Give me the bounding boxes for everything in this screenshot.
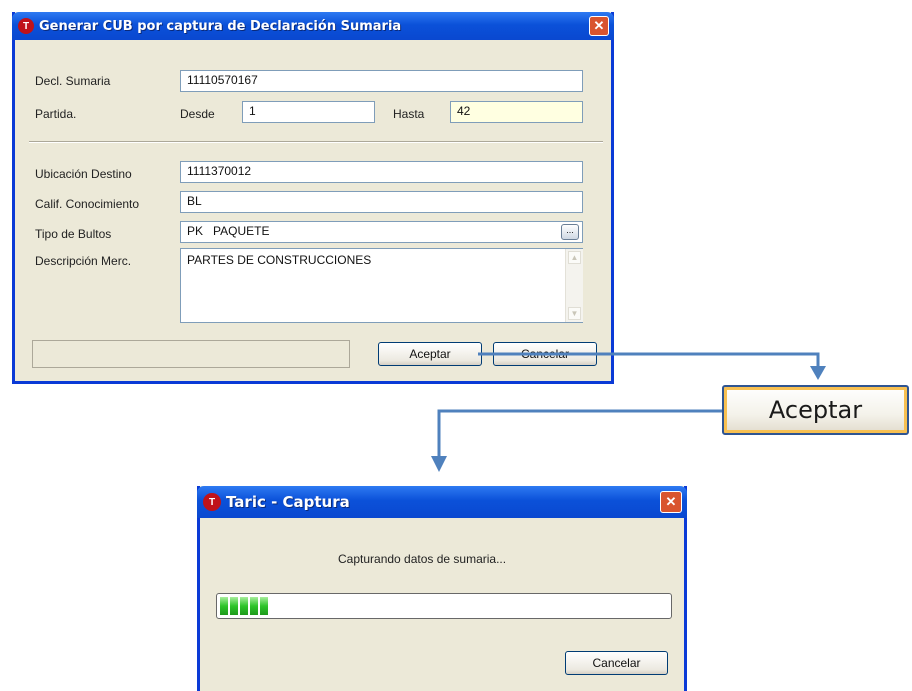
progress-bar xyxy=(216,593,672,619)
hasta-field[interactable]: 42 xyxy=(450,101,583,123)
aceptar-button[interactable]: Aceptar xyxy=(378,342,482,366)
hasta-label: Hasta xyxy=(393,107,425,121)
tipo-bultos-label: Tipo de Bultos xyxy=(35,227,112,241)
tipo-bultos-field[interactable]: PK PAQUETE xyxy=(180,221,583,243)
descripcion-merc-textarea[interactable]: PARTES DE CONSTRUCCIONES xyxy=(180,248,583,323)
ubicacion-destino-field[interactable]: 1111370012 xyxy=(180,161,583,183)
app-icon: T xyxy=(18,18,34,34)
calif-conocimiento-label: Calif. Conocimiento xyxy=(35,197,140,211)
scroll-down-icon[interactable]: ▼ xyxy=(568,307,581,320)
progress-segment xyxy=(260,597,268,615)
capture-dialog: T Generar CUB por captura de Declaración… xyxy=(12,12,614,384)
status-bar-field xyxy=(32,340,350,368)
progress-fill xyxy=(220,597,668,615)
section-divider xyxy=(29,141,603,143)
progress-segment xyxy=(230,597,238,615)
textarea-scrollbar[interactable]: ▲ ▼ xyxy=(565,249,583,322)
scroll-up-icon[interactable]: ▲ xyxy=(568,251,581,264)
progress-dialog: T Taric - Captura ✕ Capturando datos de … xyxy=(197,486,687,691)
progress-message: Capturando datos de sumaria... xyxy=(338,552,507,566)
ubicacion-destino-label: Ubicación Destino xyxy=(35,167,132,181)
arrow-head-progress-dialog xyxy=(431,456,447,472)
close-icon[interactable]: ✕ xyxy=(589,16,609,36)
desde-label: Desde xyxy=(180,107,215,121)
aceptar-callout-label: Aceptar xyxy=(768,396,863,424)
progress-segment xyxy=(240,597,248,615)
progress-segment xyxy=(220,597,228,615)
close-icon[interactable]: ✕ xyxy=(660,491,682,513)
arrow-head-callout xyxy=(810,366,826,380)
app-icon: T xyxy=(203,493,221,511)
capture-dialog-title-bar[interactable]: T Generar CUB por captura de Declaración… xyxy=(12,12,614,40)
desde-field[interactable]: 1 xyxy=(242,101,375,123)
aceptar-callout-button[interactable]: Aceptar xyxy=(722,385,909,435)
progress-dialog-title-bar[interactable]: T Taric - Captura ✕ xyxy=(197,486,687,518)
cancelar-progress-button[interactable]: Cancelar xyxy=(565,651,668,675)
decl-sumaria-label: Decl. Sumaria xyxy=(35,74,111,88)
progress-dialog-title: Taric - Captura xyxy=(226,493,350,511)
partida-label: Partida. xyxy=(35,107,77,121)
lookup-button[interactable]: ... xyxy=(561,224,579,240)
cancelar-button[interactable]: Cancelar xyxy=(493,342,597,366)
arrow-to-progress-dialog xyxy=(437,409,722,458)
decl-sumaria-field[interactable]: 11110570167 xyxy=(180,70,583,92)
descripcion-merc-label: Descripción Merc. xyxy=(35,254,132,268)
calif-conocimiento-field[interactable]: BL xyxy=(180,191,583,213)
progress-segment xyxy=(250,597,258,615)
capture-dialog-title: Generar CUB por captura de Declaración S… xyxy=(39,18,402,34)
